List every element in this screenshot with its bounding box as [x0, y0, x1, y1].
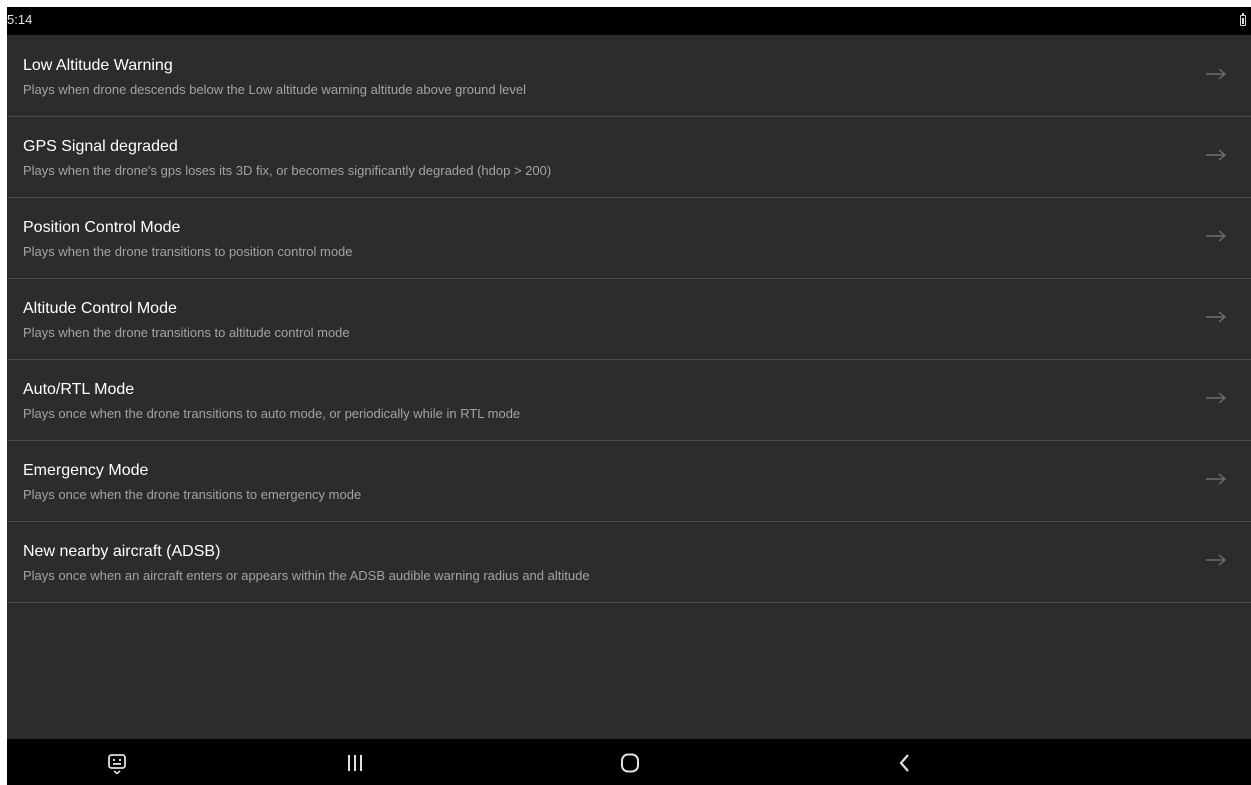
item-description: Plays once when the drone transitions to…: [23, 487, 362, 502]
keyboard-toggle-button[interactable]: [105, 751, 129, 775]
list-item-altitude-control-mode[interactable]: Altitude Control Mode Plays when the dro…: [7, 279, 1251, 360]
item-title: Position Control Mode: [23, 219, 181, 236]
item-title: Altitude Control Mode: [23, 300, 177, 317]
item-description: Plays when the drone transitions to posi…: [23, 244, 353, 259]
list-item-gps-signal-degraded[interactable]: GPS Signal degraded Plays when the drone…: [7, 117, 1251, 198]
arrow-right-icon: [1206, 68, 1227, 80]
keyboard-toggle-icon: [108, 754, 126, 775]
item-title: Auto/RTL Mode: [23, 381, 135, 398]
status-bar: 5:14: [7, 7, 1251, 35]
item-description: Plays when the drone transitions to alti…: [23, 325, 350, 340]
navigation-bar: [7, 739, 1251, 785]
item-description: Plays once when an aircraft enters or ap…: [23, 568, 590, 583]
item-description: Plays once when the drone transitions to…: [23, 406, 521, 421]
arrow-right-icon: [1206, 149, 1227, 161]
recents-button[interactable]: [343, 751, 367, 775]
home-icon: [621, 753, 639, 773]
back-icon: [899, 754, 909, 772]
arrow-right-icon: [1206, 554, 1227, 566]
back-button[interactable]: [893, 751, 917, 775]
audio-alert-list: Low Altitude Warning Plays when drone de…: [7, 36, 1251, 603]
status-time: 5:14: [7, 12, 33, 27]
item-title: Emergency Mode: [23, 462, 149, 479]
list-item-emergency-mode[interactable]: Emergency Mode Plays once when the drone…: [7, 441, 1251, 522]
list-item-new-nearby-aircraft[interactable]: New nearby aircraft (ADSB) Plays once wh…: [7, 522, 1251, 603]
home-button[interactable]: [618, 751, 642, 775]
item-title: Low Altitude Warning: [23, 57, 173, 74]
arrow-right-icon: [1206, 311, 1227, 323]
list-item-position-control-mode[interactable]: Position Control Mode Plays when the dro…: [7, 198, 1251, 279]
arrow-right-icon: [1206, 392, 1227, 404]
item-description: Plays when the drone's gps loses its 3D …: [23, 163, 552, 178]
item-title: New nearby aircraft (ADSB): [23, 543, 221, 560]
arrow-right-icon: [1206, 473, 1227, 485]
app-window: 5:14 Low Altitude Warning Plays when dro…: [7, 7, 1251, 785]
arrow-right-icon: [1206, 230, 1227, 242]
battery-icon: [1240, 13, 1246, 26]
list-item-low-altitude-warning[interactable]: Low Altitude Warning Plays when drone de…: [7, 36, 1251, 117]
recents-icon: [348, 755, 362, 771]
list-item-auto-rtl-mode[interactable]: Auto/RTL Mode Plays once when the drone …: [7, 360, 1251, 441]
item-description: Plays when drone descends below the Low …: [23, 82, 526, 97]
item-title: GPS Signal degraded: [23, 138, 178, 155]
